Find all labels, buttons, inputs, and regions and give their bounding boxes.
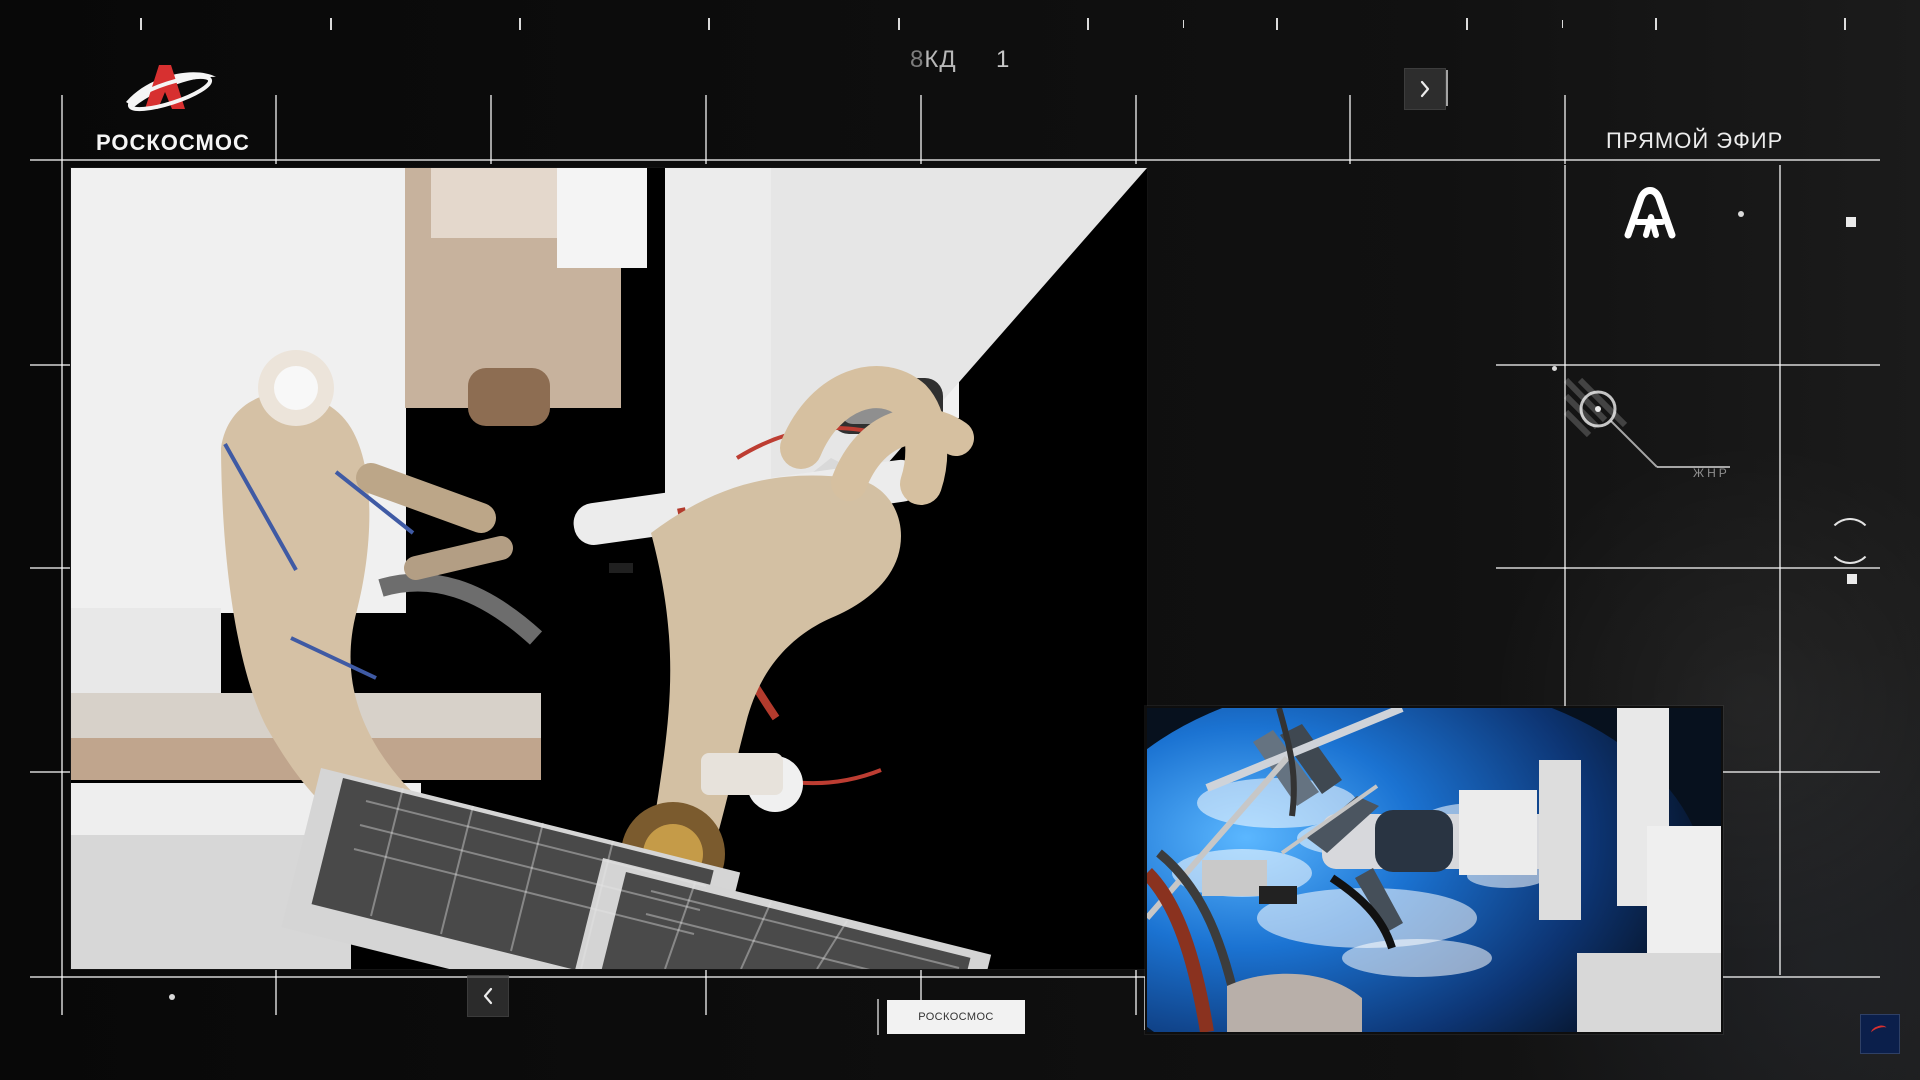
aa-logo [1624,187,1676,239]
roscosmos-logo [126,65,216,112]
top-label: 8КД [910,46,957,74]
main-video-feed [70,167,1148,970]
previous-button[interactable] [467,975,509,1017]
top-label-prefix: 8 [910,46,925,73]
hud-code: ЖНР [1693,466,1730,480]
top-hud-dot [1738,211,1744,217]
live-label: ПРЯМОЙ ЭФИР [1606,128,1784,153]
inset-video-feed [1145,706,1723,1034]
roscosmos-mini-logo [1860,1014,1900,1054]
brand-text: РОСКОСМОС [96,130,250,155]
left-bottom-dot [169,994,175,1000]
target-circle-icon [1827,518,1873,564]
mid-right-square [1847,574,1857,584]
chevron-right-icon [1420,80,1430,98]
bottom-divider [877,999,879,1035]
small-hud-dot [1552,366,1557,371]
next-button[interactable] [1404,68,1446,110]
earth-station-scene [1147,708,1721,1032]
top-right-square [1846,217,1856,227]
top-number: 1 [996,46,1010,73]
roscosmos-brand: РОСКОСМОС [96,58,250,156]
top-label-main: КД [924,46,957,73]
chevron-left-icon [483,987,493,1005]
bottom-brand-text: РОСКОСМОС [918,1011,994,1023]
bottom-brand-box: РОСКОСМОС [887,1000,1025,1034]
spacewalk-scene [71,168,1147,969]
broadcast-frame: РОСКОСМОС 8КД 1 ПРЯМОЙ ЭФИР РОСКОСМОС ЖН… [0,0,1920,1080]
